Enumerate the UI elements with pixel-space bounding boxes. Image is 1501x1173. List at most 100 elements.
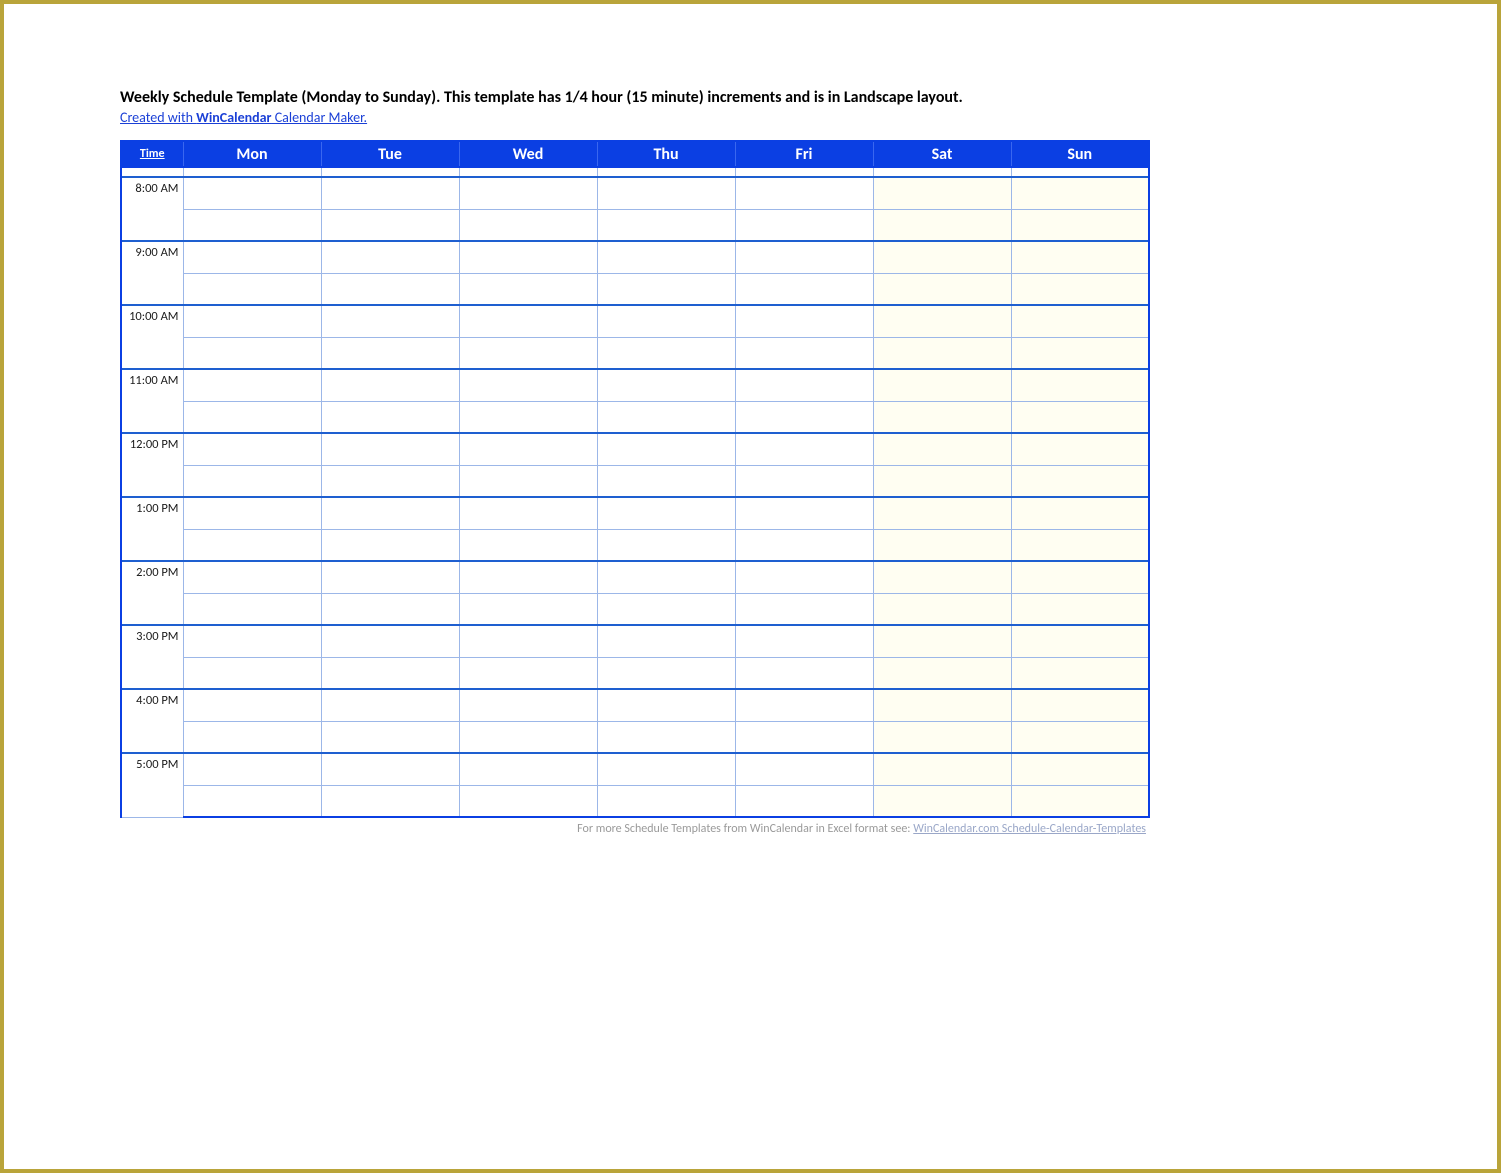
schedule-cell[interactable]: [183, 273, 321, 305]
schedule-cell[interactable]: [459, 593, 597, 625]
schedule-cell[interactable]: [321, 177, 459, 209]
schedule-cell[interactable]: [459, 753, 597, 785]
schedule-cell[interactable]: [321, 465, 459, 497]
schedule-cell[interactable]: [321, 529, 459, 561]
schedule-cell[interactable]: [597, 209, 735, 241]
schedule-cell[interactable]: [735, 625, 873, 657]
schedule-cell[interactable]: [873, 401, 1011, 433]
schedule-cell[interactable]: [183, 465, 321, 497]
schedule-cell[interactable]: [597, 401, 735, 433]
schedule-cell[interactable]: [735, 401, 873, 433]
schedule-cell[interactable]: [183, 625, 321, 657]
schedule-cell[interactable]: [459, 401, 597, 433]
schedule-cell[interactable]: [873, 689, 1011, 721]
schedule-cell[interactable]: [597, 433, 735, 465]
schedule-cell[interactable]: [735, 177, 873, 209]
schedule-cell[interactable]: [1011, 241, 1149, 273]
schedule-cell[interactable]: [321, 625, 459, 657]
schedule-cell[interactable]: [735, 433, 873, 465]
schedule-cell[interactable]: [1011, 177, 1149, 209]
schedule-cell[interactable]: [1011, 497, 1149, 529]
schedule-cell[interactable]: [1011, 689, 1149, 721]
schedule-cell[interactable]: [321, 721, 459, 753]
schedule-cell[interactable]: [735, 305, 873, 337]
schedule-cell[interactable]: [873, 497, 1011, 529]
schedule-cell[interactable]: [735, 529, 873, 561]
schedule-cell[interactable]: [183, 369, 321, 401]
schedule-cell[interactable]: [459, 465, 597, 497]
schedule-cell[interactable]: [735, 657, 873, 689]
schedule-cell[interactable]: [735, 337, 873, 369]
schedule-cell[interactable]: [459, 561, 597, 593]
schedule-cell[interactable]: [597, 561, 735, 593]
schedule-cell[interactable]: [735, 497, 873, 529]
schedule-cell[interactable]: [459, 497, 597, 529]
schedule-cell[interactable]: [321, 753, 459, 785]
schedule-cell[interactable]: [183, 529, 321, 561]
schedule-cell[interactable]: [321, 305, 459, 337]
schedule-cell[interactable]: [1011, 433, 1149, 465]
schedule-cell[interactable]: [459, 369, 597, 401]
schedule-cell[interactable]: [183, 561, 321, 593]
schedule-cell[interactable]: [321, 401, 459, 433]
schedule-cell[interactable]: [873, 657, 1011, 689]
schedule-cell[interactable]: [1011, 625, 1149, 657]
schedule-cell[interactable]: [183, 401, 321, 433]
schedule-cell[interactable]: [597, 177, 735, 209]
schedule-cell[interactable]: [459, 529, 597, 561]
schedule-cell[interactable]: [873, 561, 1011, 593]
schedule-cell[interactable]: [1011, 273, 1149, 305]
schedule-cell[interactable]: [873, 753, 1011, 785]
footer-link[interactable]: WinCalendar.com Schedule-Calendar-Templa…: [913, 822, 1146, 836]
schedule-cell[interactable]: [183, 657, 321, 689]
schedule-cell[interactable]: [183, 497, 321, 529]
schedule-cell[interactable]: [597, 625, 735, 657]
schedule-cell[interactable]: [1011, 561, 1149, 593]
schedule-cell[interactable]: [459, 625, 597, 657]
schedule-cell[interactable]: [735, 465, 873, 497]
schedule-cell[interactable]: [735, 753, 873, 785]
schedule-cell[interactable]: [321, 593, 459, 625]
schedule-cell[interactable]: [1011, 721, 1149, 753]
schedule-cell[interactable]: [183, 241, 321, 273]
schedule-cell[interactable]: [183, 721, 321, 753]
schedule-cell[interactable]: [597, 273, 735, 305]
schedule-cell[interactable]: [735, 785, 873, 817]
schedule-cell[interactable]: [321, 497, 459, 529]
schedule-cell[interactable]: [597, 305, 735, 337]
schedule-cell[interactable]: [459, 785, 597, 817]
schedule-cell[interactable]: [735, 593, 873, 625]
schedule-cell[interactable]: [873, 433, 1011, 465]
schedule-cell[interactable]: [1011, 785, 1149, 817]
schedule-cell[interactable]: [459, 241, 597, 273]
schedule-cell[interactable]: [183, 785, 321, 817]
schedule-cell[interactable]: [597, 593, 735, 625]
schedule-cell[interactable]: [321, 657, 459, 689]
schedule-cell[interactable]: [1011, 305, 1149, 337]
schedule-cell[interactable]: [183, 753, 321, 785]
schedule-cell[interactable]: [597, 689, 735, 721]
schedule-cell[interactable]: [597, 657, 735, 689]
schedule-cell[interactable]: [459, 305, 597, 337]
schedule-cell[interactable]: [459, 273, 597, 305]
schedule-cell[interactable]: [321, 369, 459, 401]
schedule-cell[interactable]: [873, 305, 1011, 337]
schedule-cell[interactable]: [183, 305, 321, 337]
schedule-cell[interactable]: [183, 209, 321, 241]
schedule-cell[interactable]: [183, 433, 321, 465]
schedule-cell[interactable]: [735, 209, 873, 241]
schedule-cell[interactable]: [873, 465, 1011, 497]
schedule-cell[interactable]: [873, 273, 1011, 305]
schedule-cell[interactable]: [321, 433, 459, 465]
schedule-cell[interactable]: [873, 337, 1011, 369]
schedule-cell[interactable]: [873, 785, 1011, 817]
schedule-cell[interactable]: [321, 337, 459, 369]
schedule-cell[interactable]: [597, 497, 735, 529]
schedule-cell[interactable]: [597, 721, 735, 753]
schedule-cell[interactable]: [459, 337, 597, 369]
schedule-cell[interactable]: [1011, 465, 1149, 497]
schedule-cell[interactable]: [1011, 401, 1149, 433]
schedule-cell[interactable]: [735, 721, 873, 753]
schedule-cell[interactable]: [873, 529, 1011, 561]
schedule-cell[interactable]: [597, 337, 735, 369]
